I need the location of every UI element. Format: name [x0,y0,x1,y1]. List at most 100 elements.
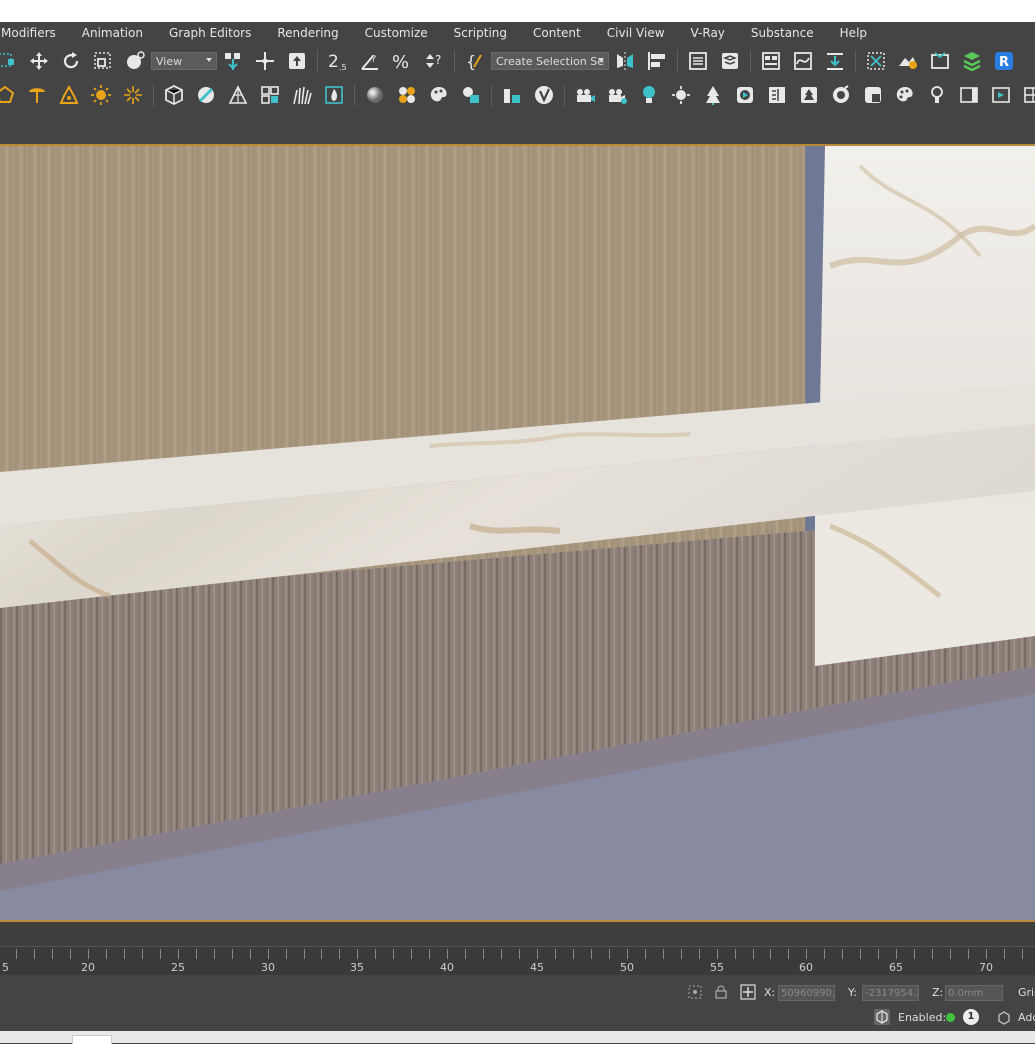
vray-material-palette-icon[interactable] [426,82,452,108]
x-coord-field[interactable]: 50960990.0 [778,985,835,1001]
vray-plane-icon[interactable] [225,82,251,108]
vray-render-interactive-icon[interactable] [732,82,758,108]
vray-lightmix-icon[interactable] [828,82,854,108]
vray-scatter-icon[interactable] [700,82,726,108]
vray-chaos-scatter-icon[interactable] [796,82,822,108]
menu-customize[interactable]: Customize [352,22,441,44]
select-region-icon[interactable] [0,48,20,74]
schematic-view-icon[interactable] [822,48,848,74]
timeline-tick-label: 30 [261,961,275,974]
layer-explorer-icon[interactable] [717,48,743,74]
pivot-center-icon[interactable] [220,48,246,74]
timeline-tick [465,949,466,959]
render-setup-icon[interactable] [895,48,921,74]
timeline-tick [950,949,951,959]
vray-toggle-panel-icon[interactable] [956,82,982,108]
percent-snap-icon[interactable]: % [389,48,415,74]
timeline-tick [160,949,161,959]
mirror-icon[interactable] [612,48,638,74]
menu-content[interactable]: Content [520,22,594,44]
menu-rendering[interactable]: Rendering [264,22,351,44]
vray-dome-camera-icon[interactable] [604,82,630,108]
absolute-mode-icon[interactable] [740,984,756,1000]
timeline-tick [717,949,718,959]
timeline-tick [286,949,287,959]
window-top-strip [0,0,1035,22]
angle-snap-icon[interactable]: ? [357,48,383,74]
menu-civil-view[interactable]: Civil View [594,22,678,44]
scale-icon[interactable] [90,48,116,74]
menu-help[interactable]: Help [827,22,880,44]
vray-proxy-icon[interactable] [161,82,187,108]
isolate-selection-icon[interactable] [687,984,703,1000]
vray-toolbar-more-icon[interactable] [1020,82,1035,108]
material-editor-compact-icon[interactable] [863,48,889,74]
timeline-tick [393,949,394,959]
viewport-header-band [0,113,1035,144]
menu-modifiers[interactable]: Modifiers [0,22,69,44]
curve-editor-icon[interactable] [790,48,816,74]
timeline-tick [304,949,305,959]
vray-physical-camera-icon[interactable] [572,82,598,108]
vray-fur-icon[interactable] [257,82,283,108]
vray-multimaterial-icon[interactable] [394,82,420,108]
timeline-tick [573,949,574,959]
vray-vfb-icon[interactable] [988,82,1014,108]
timeline-tick [824,949,825,959]
vray-sphere-light-icon[interactable] [120,82,146,108]
vray-clipper-icon[interactable] [193,82,219,108]
vray-ies-light-icon[interactable] [24,82,50,108]
time-slider-track[interactable]: 5 20 25 30 35 40 45 50 55 60 65 70 [0,946,1035,975]
timeline-tick-label: 35 [350,961,364,974]
rotate-icon[interactable] [58,48,84,74]
spinner-snap-icon[interactable]: ? [421,48,447,74]
vray-sun-sky-icon[interactable] [668,82,694,108]
vray-light-lister-icon[interactable] [636,82,662,108]
scene-explorer-icon[interactable] [685,48,711,74]
menu-animation[interactable]: Animation [69,22,156,44]
adaptive-degradation-icon[interactable] [874,1009,890,1025]
timeline-tick [842,949,843,959]
vray-logo-icon[interactable] [531,82,557,108]
add-time-tag-label[interactable]: Add [1018,1011,1035,1024]
select-manipulate-icon[interactable] [252,48,278,74]
selection-lock-icon[interactable] [713,984,729,1000]
menu-graph-editors[interactable]: Graph Editors [156,22,264,44]
reference-coordinate-dropdown[interactable]: View [151,52,217,70]
edit-named-selection-icon[interactable]: { [462,48,488,74]
vray-material-sphere-icon[interactable] [362,82,388,108]
vray-object-properties-icon[interactable] [499,82,525,108]
keyboard-shortcut-icon[interactable] [284,48,310,74]
vray-dome-light-icon[interactable] [56,82,82,108]
menu-scripting[interactable]: Scripting [441,22,520,44]
align-icon[interactable] [644,48,670,74]
select-place-icon[interactable] [122,48,148,74]
y-coord-field[interactable]: -2317954.2 [862,985,919,1001]
vray-fire-icon[interactable] [321,82,347,108]
create-selection-set-dropdown[interactable]: Create Selection Se [491,52,609,70]
vray-grass-icon[interactable] [289,82,315,108]
timeline-tick [699,949,700,959]
z-coord-label: Z: [932,986,944,999]
move-icon[interactable] [26,48,52,74]
vray-vfb-history-icon[interactable] [764,82,790,108]
perspective-viewport[interactable] [0,144,1035,922]
menu-substance[interactable]: Substance [738,22,827,44]
vray-sun-icon[interactable] [88,82,114,108]
vray-light-bulb-icon[interactable] [924,82,950,108]
add-time-tag-icon[interactable] [996,1010,1012,1026]
rendered-frame-window-icon[interactable] [927,48,953,74]
vray-denoiser-icon[interactable] [860,82,886,108]
ribbon-toggle-icon[interactable] [758,48,784,74]
menu-vray[interactable]: V-Ray [678,22,738,44]
vray-material-convert-icon[interactable] [458,82,484,108]
timeline-tick [860,949,861,959]
vray-frame-buffer-icon[interactable]: R [991,48,1017,74]
enabled-label: Enabled: [898,1011,947,1024]
snaps-toggle-icon[interactable]: 2.5 [325,48,351,74]
timeline-tick-label: 50 [620,961,634,974]
render-production-icon[interactable] [959,48,985,74]
z-coord-field[interactable]: 0.0mm [945,985,1003,1001]
vray-light-icon[interactable] [0,82,18,108]
vray-material-library-icon[interactable] [892,82,918,108]
